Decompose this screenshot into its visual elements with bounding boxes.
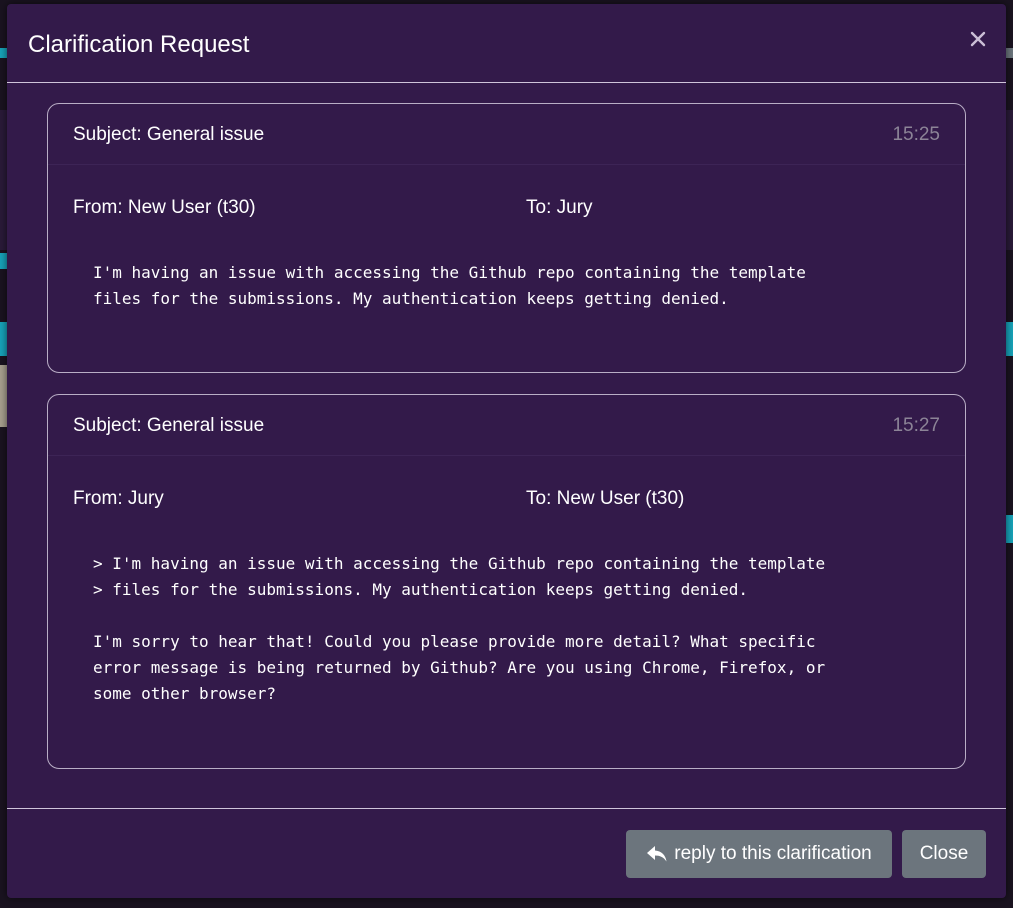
modal-header: Clarification Request <box>7 4 1006 83</box>
reply-button[interactable]: reply to this clarification <box>626 830 892 878</box>
bg-fragment <box>1006 322 1013 356</box>
clarification-to: To: Jury <box>526 197 593 218</box>
clarification-from: From: New User (t30) <box>73 197 256 218</box>
clarification-card: Subject: General issue 15:27 From: Jury … <box>47 394 966 769</box>
close-icon[interactable] <box>968 30 988 50</box>
close-button[interactable]: Close <box>902 830 986 878</box>
clarification-subject: Subject: General issue <box>73 124 265 145</box>
close-icon-glyph <box>970 31 986 47</box>
clarification-card: Subject: General issue 15:25 From: New U… <box>47 103 966 373</box>
bg-fragment <box>1006 110 1013 250</box>
bg-fragment <box>1006 48 1013 58</box>
clarification-body: > I'm having an issue with accessing the… <box>93 554 826 703</box>
modal-body: Subject: General issue 15:25 From: New U… <box>7 83 1006 808</box>
card-meta: From: New User (t30) To: Jury <box>48 165 965 235</box>
clarification-to: To: New User (t30) <box>526 488 685 509</box>
card-meta: From: Jury To: New User (t30) <box>48 456 965 526</box>
reply-icon <box>646 845 668 863</box>
modal-footer: reply to this clarification Close <box>7 808 1006 898</box>
clarification-subject: Subject: General issue <box>73 415 265 436</box>
clarification-from: From: Jury <box>73 488 164 509</box>
modal-title: Clarification Request <box>28 31 250 58</box>
clarification-time: 15:27 <box>892 415 940 436</box>
clarification-time: 15:25 <box>892 124 940 145</box>
clarification-modal: Clarification Request Subject: General i… <box>7 4 1006 898</box>
clarification-body: I'm having an issue with accessing the G… <box>93 263 806 308</box>
card-header: Subject: General issue 15:27 <box>48 395 965 456</box>
reply-button-label: reply to this clarification <box>674 843 872 864</box>
bg-fragment <box>1006 515 1013 543</box>
card-header: Subject: General issue 15:25 <box>48 104 965 165</box>
